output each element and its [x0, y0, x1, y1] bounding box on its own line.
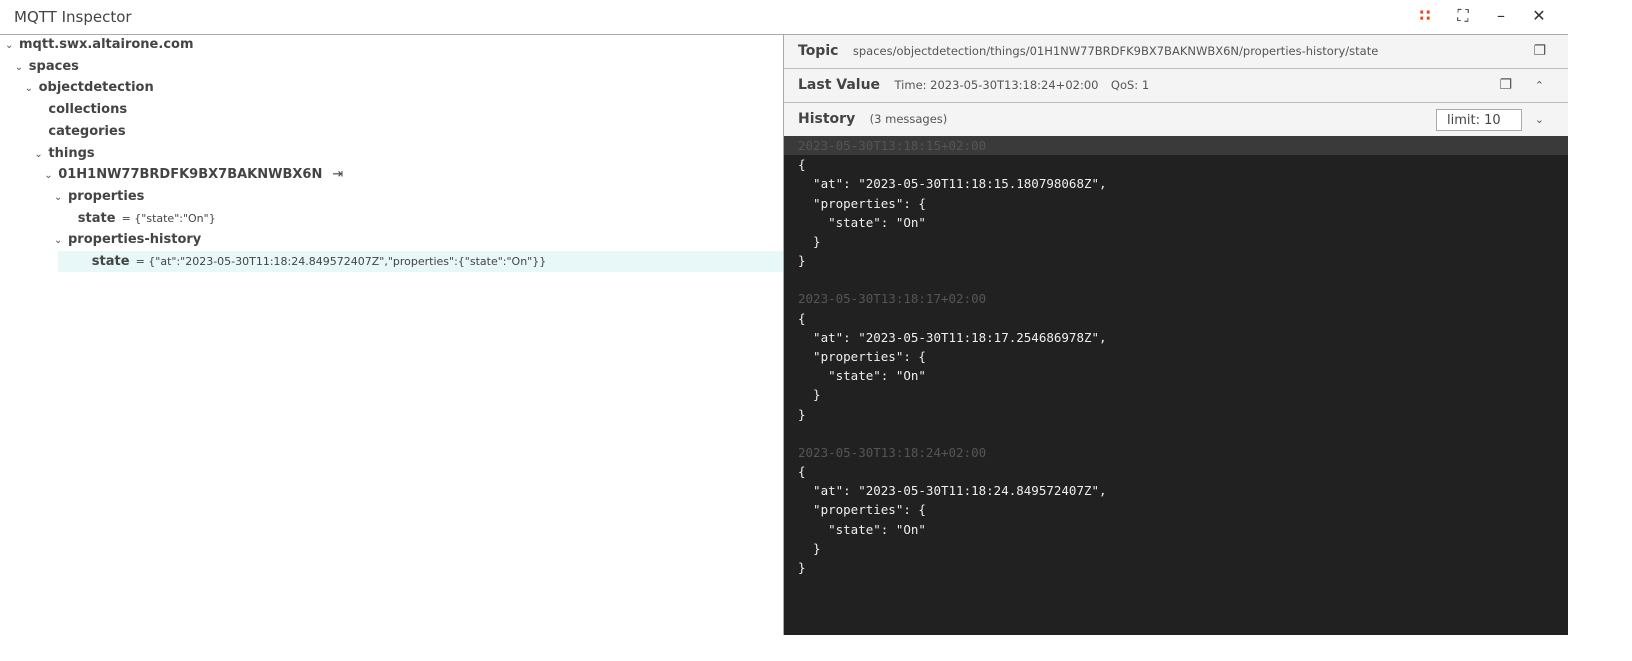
tree-node[interactable]: ⌄ mqtt.swx.altairone.com — [5, 34, 194, 55]
tree-node-label: spaces — [28, 58, 79, 74]
chevron-down-icon[interactable]: ⌄ — [1535, 103, 1544, 136]
tree-node-label: objectdetection — [38, 80, 154, 96]
chevron-down-icon[interactable]: ⌄ — [44, 165, 58, 186]
window-title: MQTT Inspector — [14, 8, 132, 26]
chevron-down-icon[interactable]: ⌄ — [15, 57, 29, 78]
tree-node[interactable]: collections — [34, 99, 127, 120]
tree-node[interactable]: ⌄ 01H1NW77BRDFK9BX7BAKNWBX6N ⇥ — [44, 164, 343, 185]
message-body: { "at": "2023-05-30T11:18:24.849572407Z"… — [798, 464, 1107, 576]
tree-node-label: things — [48, 145, 95, 161]
tree-node-value: = {"state":"On"} — [121, 211, 216, 225]
message-timestamp: 2023-05-30T13:18:17+02:00 — [798, 291, 987, 307]
topic-header: Topic spaces/objectdetection/things/01H1… — [784, 35, 1568, 69]
chevron-down-icon[interactable]: ⌄ — [54, 230, 68, 251]
tree-node[interactable]: ⌄ things — [34, 143, 94, 164]
limit-select[interactable]: limit: 10 — [1436, 109, 1522, 131]
history-header: History (3 messages) limit: 10 ⌄ — [784, 103, 1568, 137]
tree-node-value: = {"at":"2023-05-30T11:18:24.849572407Z"… — [135, 255, 547, 268]
history-count: (3 messages) — [869, 112, 948, 126]
tree-node[interactable]: state = {"state":"On"} — [64, 208, 216, 229]
tree-node-label: state — [91, 254, 130, 269]
tree-node-label: state — [77, 210, 116, 226]
chevron-down-icon[interactable]: ⌄ — [34, 144, 48, 165]
last-value-label: Last Value — [798, 77, 881, 93]
chevron-down-icon[interactable]: ⌄ — [25, 78, 39, 99]
message-timestamp: 2023-05-30T13:18:24+02:00 — [798, 444, 987, 460]
tree-node-label: collections — [48, 102, 128, 118]
tree-node-label: properties-history — [68, 232, 202, 248]
tree-node[interactable]: ⌄ properties-history — [54, 229, 201, 250]
tree-node[interactable]: state = {"at":"2023-05-30T11:18:24.849572… — [58, 251, 802, 272]
history-message[interactable]: 2023-05-30T13:18:24+02:00 { "at": "2023-0… — [784, 443, 1568, 577]
history-list[interactable]: 2023-05-30T13:18:15+02:00{ "at": "2023-0… — [784, 136, 1568, 635]
topic-tree: ⌄ mqtt.swx.altairone.com ⌄ spaces ⌄ objectdet… — [0, 34, 802, 661]
minimize-icon[interactable]: – — [1492, 6, 1510, 26]
chevron-down-icon[interactable]: ⌄ — [54, 187, 68, 208]
tree-node-label: categories — [48, 123, 126, 139]
detail-panel: Topic spaces/objectdetection/things/01H1… — [783, 35, 1568, 635]
message-body: { "at": "2023-05-30T11:18:15.180798068Z"… — [798, 157, 1107, 269]
title-bar: MQTT Inspector ∷ ⛶ – ✕ — [0, 0, 1568, 35]
chevron-up-icon[interactable]: ⌃ — [1535, 69, 1544, 102]
last-value-header[interactable]: Last Value Time: 2023-05-30T13:18:24+02:… — [784, 69, 1568, 103]
fullscreen-icon[interactable]: ⛶ — [1454, 6, 1472, 26]
copy-icon[interactable]: ❐ — [1499, 69, 1512, 102]
tree-node[interactable]: ⌄ properties — [54, 186, 144, 207]
history-message[interactable]: 2023-05-30T13:18:17+02:00 { "at": "2023-0… — [784, 289, 1568, 423]
history-label: History — [798, 111, 856, 127]
last-value-qos: QoS: 1 — [1110, 78, 1150, 92]
close-icon[interactable]: ✕ — [1530, 6, 1548, 26]
last-value-time: Time: 2023-05-30T13:18:24+02:00 — [894, 78, 1099, 92]
tree-node[interactable]: ⌄ objectdetection — [25, 77, 154, 98]
history-message[interactable]: 2023-05-30T13:18:15+02:00{ "at": "2023-0… — [784, 136, 1568, 270]
tree-node-label: mqtt.swx.altairone.com — [19, 37, 194, 52]
message-body: { "at": "2023-05-30T11:18:17.254686978Z"… — [798, 310, 1107, 422]
topic-label: Topic — [798, 43, 839, 59]
tree-node[interactable]: ⌄ spaces — [15, 56, 79, 77]
tree-node-label: 01H1NW77BRDFK9BX7BAKNWBX6N — [58, 167, 323, 183]
copy-icon[interactable]: ❐ — [1533, 35, 1546, 68]
tree-node[interactable]: categories — [34, 121, 125, 142]
message-timestamp: 2023-05-30T13:18:15+02:00 — [784, 136, 1568, 156]
tree-node-label: properties — [68, 188, 145, 204]
topic-path: spaces/objectdetection/things/01H1NW77BR… — [852, 44, 1379, 58]
rss-icon[interactable]: ∷ — [1416, 6, 1434, 26]
publish-icon[interactable]: ⇥ — [332, 167, 343, 182]
chevron-down-icon[interactable]: ⌄ — [5, 35, 19, 56]
